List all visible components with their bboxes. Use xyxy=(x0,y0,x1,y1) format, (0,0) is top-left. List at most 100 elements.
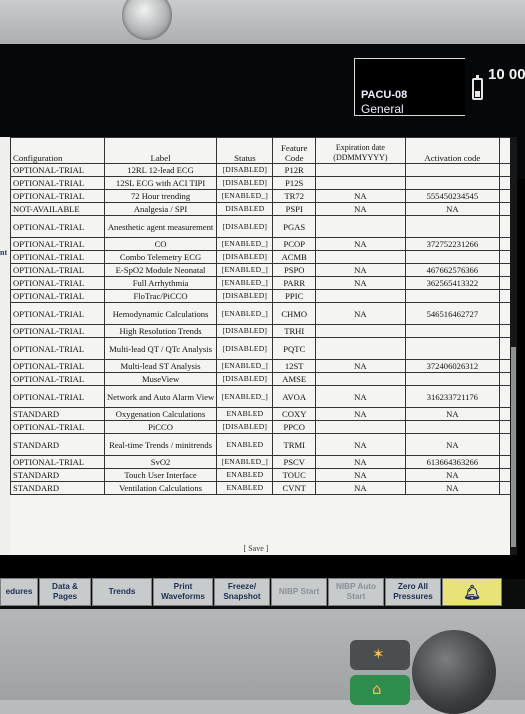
cell-activation-code xyxy=(404,215,501,238)
zero-all-pressures-button[interactable]: Zero All Pressures xyxy=(385,578,441,606)
cell-expiration-date xyxy=(315,337,406,360)
col-activation-code: Activation code xyxy=(404,137,501,164)
table-row[interactable]: STANDARD Real-time Trends / minitrends ENA… xyxy=(10,433,512,456)
cell-feature-code: TOUC xyxy=(272,468,317,482)
table-row[interactable]: OPTIONAL-TRIAL SvO2 [ENABLED_] PSCV NA 613664… xyxy=(10,455,512,469)
table-row[interactable]: STANDARD Oxygenation Calculations ENABLED C… xyxy=(10,407,512,421)
cell-label: 12RL 12-lead ECG xyxy=(103,163,218,177)
print-waveforms-button[interactable]: Print Waveforms xyxy=(153,578,213,606)
cell-activation-code xyxy=(404,372,501,386)
cell-expiration-date: NA xyxy=(315,385,406,408)
cell-expiration-date: NA xyxy=(315,468,406,482)
table-row[interactable]: OPTIONAL-TRIAL Anesthetic agent measureme… xyxy=(10,215,512,238)
cell-feature-code: TRMI xyxy=(272,433,317,456)
table-row[interactable]: OPTIONAL-TRIAL 12RL 12-lead ECG [DISABLED]… xyxy=(10,163,512,177)
home-key[interactable]: ⌂ xyxy=(350,675,410,705)
table-row[interactable]: OPTIONAL-TRIAL 12SL ECG with ACI TIPI [DIS… xyxy=(10,176,512,190)
table-scrollbar[interactable] xyxy=(510,137,517,555)
table-row[interactable]: OPTIONAL-TRIAL FloTrac/PiCCO [DISABLED] PPI… xyxy=(10,289,512,303)
col-expiration-date: Expiration date (DDMMYYYY) xyxy=(315,137,406,164)
procedures-button[interactable]: edures xyxy=(0,578,38,606)
software-options-table: Configuration Label Status Feature Code … xyxy=(10,137,512,495)
freeze-snapshot-button[interactable]: Freeze/ Snapshot xyxy=(214,578,270,606)
cell-configuration: OPTIONAL-TRIAL xyxy=(10,176,105,190)
table-row[interactable]: STANDARD Ventilation Calculations ENABLED C… xyxy=(10,481,512,495)
cell-label: 72 Hour trending xyxy=(103,189,218,203)
col-configuration: Configuration xyxy=(10,137,105,164)
cell-label: Ventilation Calculations xyxy=(103,481,218,495)
table-row[interactable]: OPTIONAL-TRIAL 72 Hour trending [ENABLED_]… xyxy=(10,189,512,203)
cell-label: 12SL ECG with ACI TIPI xyxy=(103,176,218,190)
cell-activation-code xyxy=(404,176,501,190)
cell-status: [ENABLED_] xyxy=(216,302,274,325)
cell-configuration: STANDARD xyxy=(10,407,105,421)
cell-status: ENABLED xyxy=(216,407,274,421)
cell-status: ENABLED xyxy=(216,433,274,456)
cell-expiration-date: NA xyxy=(315,302,406,325)
col-feature-code: Feature Code xyxy=(272,137,317,164)
cell-configuration: OPTIONAL-TRIAL xyxy=(10,372,105,386)
cell-activation-code xyxy=(404,337,501,360)
cell-expiration-date xyxy=(315,420,406,434)
save-button[interactable]: [ Save ] xyxy=(0,544,512,553)
table-row[interactable]: OPTIONAL-TRIAL Hemodynamic Calculations [E… xyxy=(10,302,512,325)
cell-expiration-date: NA xyxy=(315,433,406,456)
data-pages-button[interactable]: Data & Pages xyxy=(39,578,91,606)
table-row[interactable]: STANDARD Touch User Interface ENABLED TOUC N… xyxy=(10,468,512,482)
unit-info-box[interactable]: PACU-08 General xyxy=(354,58,465,116)
cell-expiration-date xyxy=(315,163,406,177)
cell-status: [DISABLED] xyxy=(216,176,274,190)
home-icon: ⌂ xyxy=(372,680,382,698)
table-row[interactable]: OPTIONAL-TRIAL High Resolution Trends [DIS… xyxy=(10,324,512,338)
cell-feature-code: TRHI xyxy=(272,324,317,338)
table-row[interactable]: OPTIONAL-TRIAL Combo Telemetry ECG [DISABL… xyxy=(10,250,512,264)
cell-expiration-date xyxy=(315,176,406,190)
cell-status: DISABLED xyxy=(216,202,274,216)
cell-configuration: OPTIONAL-TRIAL xyxy=(10,163,105,177)
trim-knob[interactable] xyxy=(412,630,496,714)
trends-button[interactable]: Trends xyxy=(92,578,152,606)
cell-status: ENABLED xyxy=(216,481,274,495)
cell-label: SvO2 xyxy=(103,455,218,469)
cell-label: FloTrac/PiCCO xyxy=(103,289,218,303)
cell-feature-code: TR72 xyxy=(272,189,317,203)
cell-configuration: OPTIONAL-TRIAL xyxy=(10,324,105,338)
cell-configuration: OPTIONAL-TRIAL xyxy=(10,359,105,373)
cell-configuration: OPTIONAL-TRIAL xyxy=(10,215,105,238)
cell-expiration-date: NA xyxy=(315,263,406,277)
cell-expiration-date xyxy=(315,324,406,338)
cell-label: Analgesia / SPI xyxy=(103,202,218,216)
table-row[interactable]: OPTIONAL-TRIAL CO [ENABLED_] PCOP NA 37275223… xyxy=(10,237,512,251)
table-row[interactable]: OPTIONAL-TRIAL PiCCO [DISABLED] PPCO xyxy=(10,420,512,434)
cell-configuration: STANDARD xyxy=(10,468,105,482)
cell-expiration-date: NA xyxy=(315,407,406,421)
table-row[interactable]: OPTIONAL-TRIAL Full Arrhythmia [ENABLED_] P… xyxy=(10,276,512,290)
cell-label: Combo Telemetry ECG xyxy=(103,250,218,264)
cell-feature-code: AMSE xyxy=(272,372,317,386)
cell-status: [ENABLED_] xyxy=(216,263,274,277)
cell-status: [DISABLED] xyxy=(216,324,274,338)
table-row[interactable]: OPTIONAL-TRIAL Multi-lead ST Analysis [ENA… xyxy=(10,359,512,373)
clock: 10 00 xyxy=(488,66,525,83)
cell-status: [ENABLED_] xyxy=(216,455,274,469)
table-row[interactable]: OPTIONAL-TRIAL E-SpO2 Module Neonatal [ENA… xyxy=(10,263,512,277)
table-row[interactable]: OPTIONAL-TRIAL MuseView [DISABLED] AMSE xyxy=(10,372,512,386)
cell-expiration-date: NA xyxy=(315,202,406,216)
battery-icon xyxy=(472,75,483,100)
cell-configuration: OPTIONAL-TRIAL xyxy=(10,385,105,408)
col-label: Label xyxy=(103,137,218,164)
cell-configuration: OPTIONAL-TRIAL xyxy=(10,189,105,203)
alarm-button[interactable]: 🔔︎ xyxy=(442,578,502,606)
scroll-thumb[interactable] xyxy=(511,347,516,547)
table-row[interactable]: OPTIONAL-TRIAL Network and Auto Alarm Vie… xyxy=(10,385,512,408)
cell-activation-code: NA xyxy=(404,433,501,456)
alarm-silence-key[interactable]: ✶ xyxy=(350,640,410,670)
nibp-start-button[interactable]: NIBP Start xyxy=(271,578,327,606)
table-row[interactable]: OPTIONAL-TRIAL Multi-lead QT / QTc Analys… xyxy=(10,337,512,360)
cell-feature-code: P12R xyxy=(272,163,317,177)
nibp-auto-start-button[interactable]: NIBP Auto Start xyxy=(328,578,384,606)
cell-label: Full Arrhythmia xyxy=(103,276,218,290)
table-row[interactable]: NOT-AVAILABLE Analgesia / SPI DISABLED PSPI… xyxy=(10,202,512,216)
cell-label: Multi-lead ST Analysis xyxy=(103,359,218,373)
cell-activation-code xyxy=(404,324,501,338)
